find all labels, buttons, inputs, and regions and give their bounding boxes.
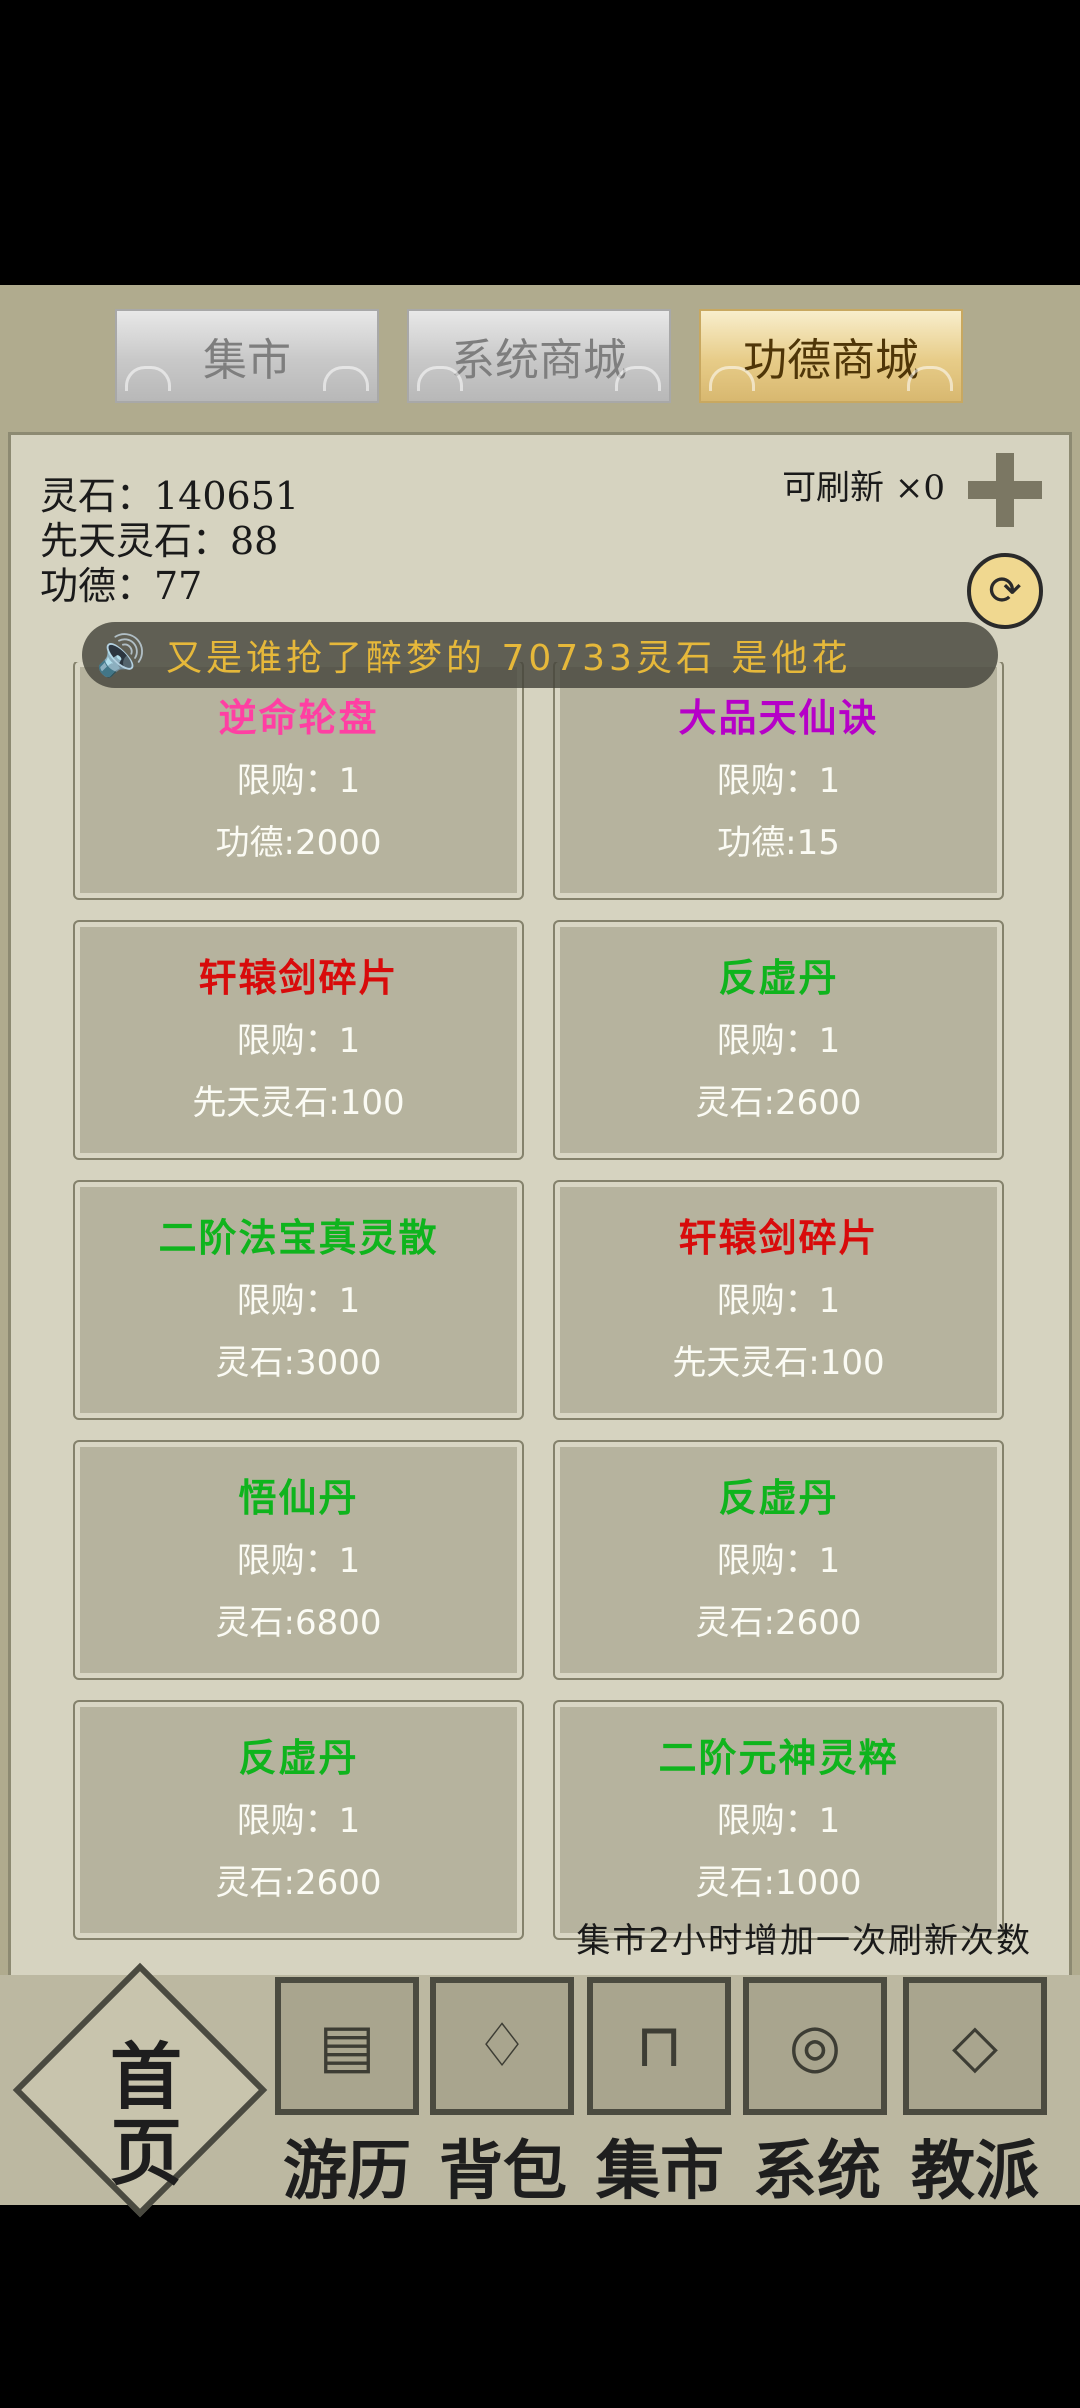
nav-bag-label: 背包	[439, 2134, 567, 2209]
item-name: 轩辕剑碎片	[198, 956, 399, 1000]
tab-system-shop[interactable]: 系统商城	[407, 309, 671, 403]
item-name: 二阶元神灵粹	[658, 1736, 899, 1780]
item-limit: 限购：1	[236, 761, 361, 801]
gongde-stat: 功德：77	[40, 564, 203, 608]
bag-icon: ♢	[475, 2011, 529, 2081]
shop-item-card[interactable]: 悟仙丹 限购：1 灵石:6800	[73, 1440, 524, 1680]
item-price: 功德:2000	[215, 823, 382, 863]
shop-item-card[interactable]: 二阶元神灵粹 限购：1 灵石:1000	[553, 1700, 1004, 1940]
item-name: 反虚丹	[718, 956, 839, 1000]
item-price: 功德:15	[717, 823, 840, 863]
shop-item-card[interactable]: 逆命轮盘 限购：1 功德:2000	[73, 662, 524, 900]
nav-system-label: 系统	[753, 2134, 881, 2209]
item-price: 灵石:6800	[215, 1603, 382, 1643]
item-name: 轩辕剑碎片	[678, 1216, 879, 1260]
nav-market-button[interactable]: ⊓	[587, 1977, 731, 2115]
add-refresh-icon[interactable]	[968, 453, 1042, 527]
item-name: 大品天仙诀	[678, 696, 879, 740]
item-price: 灵石:2600	[215, 1863, 382, 1903]
shop-item-card[interactable]: 轩辕剑碎片 限购：1 先天灵石:100	[553, 1180, 1004, 1420]
home-label-bottom: 页	[109, 2110, 182, 2195]
item-limit: 限购：1	[236, 1541, 361, 1581]
item-list[interactable]: 逆命轮盘 限购：1 功德:2000 大品天仙诀 限购：1 功德:15 轩辕剑碎片…	[0, 662, 1080, 2195]
system-icon: ◎	[788, 2011, 842, 2081]
refresh-count: 可刷新 ×0	[782, 468, 945, 508]
item-limit: 限购：1	[716, 761, 841, 801]
shop-item-card[interactable]: 反虚丹 限购：1 灵石:2600	[553, 1440, 1004, 1680]
home-button[interactable]: 首 页	[12, 1962, 268, 2218]
speaker-icon: 🔊	[96, 632, 146, 679]
nav-sect-label: 教派	[911, 2134, 1039, 2209]
sect-icon: ◇	[951, 2011, 999, 2081]
refresh-icon[interactable]: ⟳	[967, 553, 1043, 629]
stall-icon: ⊓	[635, 2011, 683, 2081]
nav-system-button[interactable]: ◎	[743, 1977, 887, 2115]
shop-item-card[interactable]: 反虚丹 限购：1 灵石:2600	[553, 920, 1004, 1160]
item-price: 灵石:2600	[695, 1083, 862, 1123]
nav-travel-label: 游历	[283, 2134, 411, 2209]
shop-item-card[interactable]: 反虚丹 限购：1 灵石:2600	[73, 1700, 524, 1940]
nav-bag-button[interactable]: ♢	[430, 1977, 574, 2115]
item-name: 反虚丹	[238, 1736, 359, 1780]
announcement-marquee: 🔊 又是谁抢了醉梦的 70733灵石 是他花	[82, 622, 998, 688]
item-price: 先天灵石:100	[672, 1343, 885, 1383]
item-limit: 限购：1	[236, 1281, 361, 1321]
item-limit: 限购：1	[236, 1801, 361, 1841]
item-limit: 限购：1	[716, 1281, 841, 1321]
tab-merit-shop[interactable]: 功德商城	[699, 309, 963, 403]
tab-market[interactable]: 集市	[115, 309, 379, 403]
item-limit: 限购：1	[716, 1541, 841, 1581]
item-limit: 限购：1	[236, 1021, 361, 1061]
item-limit: 限购：1	[716, 1801, 841, 1841]
shop-item-card[interactable]: 大品天仙诀 限购：1 功德:15	[553, 662, 1004, 900]
nav-travel-button[interactable]: ▤	[275, 1977, 419, 2115]
item-limit: 限购：1	[716, 1021, 841, 1061]
item-price: 灵石:1000	[695, 1863, 862, 1903]
nav-market-label: 集市	[596, 2134, 724, 2209]
refresh-note: 集市2小时增加一次刷新次数	[576, 1921, 1032, 1961]
shop-item-card[interactable]: 二阶法宝真灵散 限购：1 灵石:3000	[73, 1180, 524, 1420]
item-name: 悟仙丹	[238, 1476, 359, 1520]
game-screen: 集市 系统商城 功德商城 灵石：140651 先天灵石：88 功德：77 可刷新…	[0, 285, 1080, 2218]
item-price: 先天灵石:100	[192, 1083, 405, 1123]
item-name: 逆命轮盘	[218, 696, 379, 740]
chest-icon: ▤	[318, 2011, 376, 2081]
item-name: 反虚丹	[718, 1476, 839, 1520]
shop-item-card[interactable]: 轩辕剑碎片 限购：1 先天灵石:100	[73, 920, 524, 1160]
item-name: 二阶法宝真灵散	[158, 1216, 439, 1260]
nav-sect-button[interactable]: ◇	[903, 1977, 1047, 2115]
item-price: 灵石:2600	[695, 1603, 862, 1643]
item-price: 灵石:3000	[215, 1343, 382, 1383]
announcement-text: 又是谁抢了醉梦的 70733灵石 是他花	[166, 638, 852, 679]
